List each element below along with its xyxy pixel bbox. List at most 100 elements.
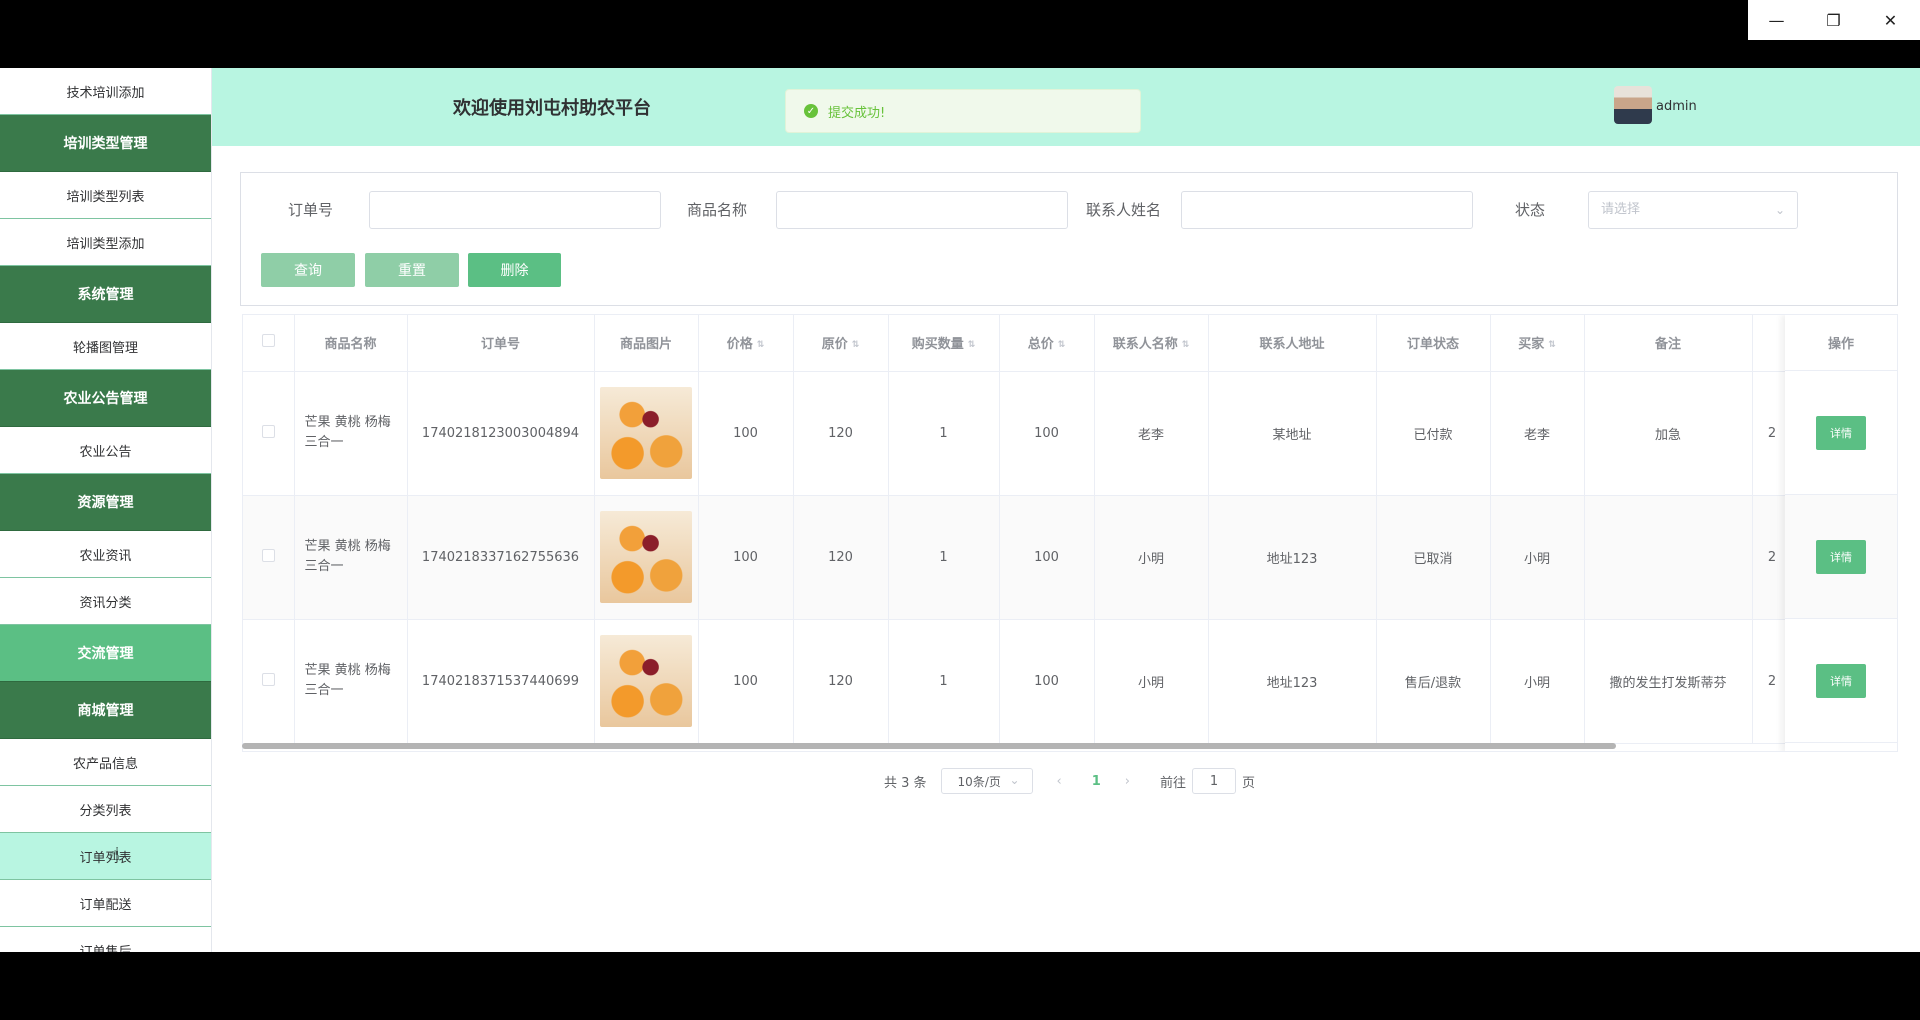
col-operations: 操作: [1785, 315, 1897, 371]
table-row[interactable]: 芒果 黄桃 杨梅三合一 1740218123003004894 100 120 1 100…: [243, 371, 1793, 496]
detail-button[interactable]: 详情: [1816, 539, 1866, 574]
product-name-input[interactable]: [776, 191, 1068, 229]
product-image[interactable]: [600, 387, 692, 479]
table-row[interactable]: 芒果 黄桃 杨梅三合一 1740218337162755636 100 120 1 100…: [243, 495, 1793, 620]
avatar[interactable]: [1614, 86, 1652, 124]
sidebar: 技术培训添加 培训类型管理 培训类型列表 培训类型添加 系统管理 轮播图管理 农业公告管理农…: [0, 68, 212, 952]
sidebar-item-10[interactable]: 资讯分类: [0, 578, 211, 625]
quantity-cell: 1: [888, 619, 1000, 744]
sidebar-item-7[interactable]: 农业公告: [0, 427, 211, 474]
horizontal-scrollbar[interactable]: [242, 743, 1616, 749]
contact-name-cell: 小明: [1094, 495, 1209, 620]
col-buyer-label: 买家: [1518, 337, 1545, 353]
col-price[interactable]: 价格 ⇅: [698, 315, 794, 372]
chevron-down-icon: ⌄: [1774, 203, 1785, 217]
order-no-label: 订单号: [288, 201, 334, 219]
col-quantity-label: 购买数量: [911, 337, 964, 353]
success-toast: ✓ 提交成功!: [785, 89, 1141, 133]
col-contact-name-label: 联系人名称: [1112, 337, 1178, 353]
product-image[interactable]: [600, 635, 692, 727]
check-circle-icon: ✓: [804, 104, 818, 118]
sort-icon[interactable]: ⇅: [1058, 340, 1066, 350]
product-name-cell: 芒果 黄桃 杨梅三合一: [294, 371, 408, 496]
sort-icon[interactable]: ⇅: [757, 340, 765, 350]
sort-icon[interactable]: ⇅: [968, 340, 976, 350]
row-checkbox[interactable]: [243, 495, 295, 620]
mouse-cursor-icon: ☝: [109, 844, 120, 865]
sidebar-item-9[interactable]: 农业资讯: [0, 531, 211, 578]
col-buyer[interactable]: 买家 ⇅: [1490, 315, 1585, 372]
row-checkbox[interactable]: [243, 371, 295, 496]
total-cell: 100: [999, 495, 1095, 620]
row-checkbox[interactable]: [243, 619, 295, 744]
pagination: 共 3 条 10条/页 ⌄ ‹ 1 › 前往 1 页: [884, 768, 1255, 794]
sidebar-group-6[interactable]: 农业公告管理: [0, 370, 211, 427]
buyer-cell: 小明: [1490, 495, 1585, 620]
total-cell: 100: [999, 619, 1095, 744]
col-remark: 备注: [1584, 315, 1753, 372]
product-image[interactable]: [600, 511, 692, 603]
total-count: 共 3 条: [884, 775, 927, 791]
sidebar-group-4[interactable]: 系统管理: [0, 266, 211, 323]
sort-icon[interactable]: ⇅: [852, 340, 860, 350]
sidebar-group-11[interactable]: 交流管理: [0, 625, 211, 682]
quantity-cell: 1: [888, 371, 1000, 496]
prev-page-icon[interactable]: ‹: [1057, 774, 1062, 789]
sidebar-group-8[interactable]: 资源管理: [0, 474, 211, 531]
goto-label: 前往: [1160, 775, 1187, 791]
page-title: 欢迎使用刘屯村助农平台: [453, 98, 651, 119]
sidebar-item-5[interactable]: 轮播图管理: [0, 323, 211, 370]
close-icon[interactable]: ✕: [1862, 0, 1919, 40]
app-window: 技术培训添加 培训类型管理 培训类型列表 培训类型添加 系统管理 轮播图管理 农业公告管理农…: [0, 68, 1920, 952]
order-status-cell: 售后/退款: [1376, 619, 1491, 744]
product-image-cell: [594, 619, 699, 744]
username[interactable]: admin: [1656, 99, 1697, 114]
table-row[interactable]: 芒果 黄桃 杨梅三合一 1740218371537440699 100 120 1 100…: [243, 619, 1793, 744]
sidebar-item-14[interactable]: 分类列表: [0, 786, 211, 833]
col-total[interactable]: 总价 ⇅: [999, 315, 1095, 372]
contact-name-label: 联系人姓名: [1086, 201, 1162, 219]
restore-icon[interactable]: ❐: [1805, 0, 1862, 40]
status-select[interactable]: 请选择 ⌄: [1588, 191, 1798, 229]
original-price-cell: 120: [793, 619, 889, 744]
col-original-price[interactable]: 原价 ⇅: [793, 315, 889, 372]
col-quantity[interactable]: 购买数量 ⇅: [888, 315, 1000, 372]
detail-button[interactable]: 详情: [1816, 663, 1866, 698]
product-name-cell: 芒果 黄桃 杨梅三合一: [294, 495, 408, 620]
query-button[interactable]: 查询: [261, 253, 355, 287]
order-no-input[interactable]: [369, 191, 661, 229]
order-no-cell: 1740218337162755636: [407, 495, 595, 620]
sidebar-item-0[interactable]: 技术培训添加: [0, 68, 211, 115]
select-all-checkbox[interactable]: [243, 315, 295, 372]
header: 欢迎使用刘屯村助农平台 ✓ 提交成功! admin: [212, 68, 1920, 146]
sidebar-item-17[interactable]: 订单售后: [0, 927, 211, 953]
contact-name-cell: 老李: [1094, 371, 1209, 496]
table-header-row: 商品名称 订单号 商品图片 价格 ⇅ 原价 ⇅ 购买数量 ⇅ 总价 ⇅ 联系人名称 ⇅ 联…: [243, 315, 1793, 372]
sort-icon[interactable]: ⇅: [1182, 340, 1190, 350]
page-size-select[interactable]: 10条/页 ⌄: [940, 768, 1033, 794]
detail-button[interactable]: 详情: [1816, 415, 1866, 450]
sidebar-item-2[interactable]: 培训类型列表: [0, 172, 211, 219]
product-image-cell: [594, 495, 699, 620]
page-number[interactable]: 1: [1092, 774, 1101, 789]
minimize-icon[interactable]: —: [1748, 0, 1805, 40]
delete-button[interactable]: 删除: [468, 253, 561, 287]
reset-button[interactable]: 重置: [365, 253, 459, 287]
goto-page-input[interactable]: 1: [1192, 768, 1237, 794]
sidebar-item-3[interactable]: 培训类型添加: [0, 219, 211, 266]
window-controls: — ❐ ✕: [1748, 0, 1920, 40]
contact-name-input[interactable]: [1181, 191, 1473, 229]
col-order-no: 订单号: [407, 315, 595, 372]
next-page-icon[interactable]: ›: [1125, 774, 1130, 789]
sidebar-item-13[interactable]: 农产品信息: [0, 739, 211, 786]
sort-icon[interactable]: ⇅: [1548, 340, 1556, 350]
sidebar-group-12[interactable]: 商城管理: [0, 682, 211, 739]
sidebar-item-15[interactable]: 订单列表: [0, 833, 211, 880]
order-no-cell: 1740218371537440699: [407, 619, 595, 744]
sidebar-item-16[interactable]: 订单配送: [0, 880, 211, 927]
page-size-value: 10条/页: [957, 774, 1001, 789]
sidebar-group-1[interactable]: 培训类型管理: [0, 115, 211, 172]
col-contact-name[interactable]: 联系人名称 ⇅: [1094, 315, 1209, 372]
remark-cell: [1584, 495, 1753, 620]
col-contact-address: 联系人地址: [1208, 315, 1377, 372]
